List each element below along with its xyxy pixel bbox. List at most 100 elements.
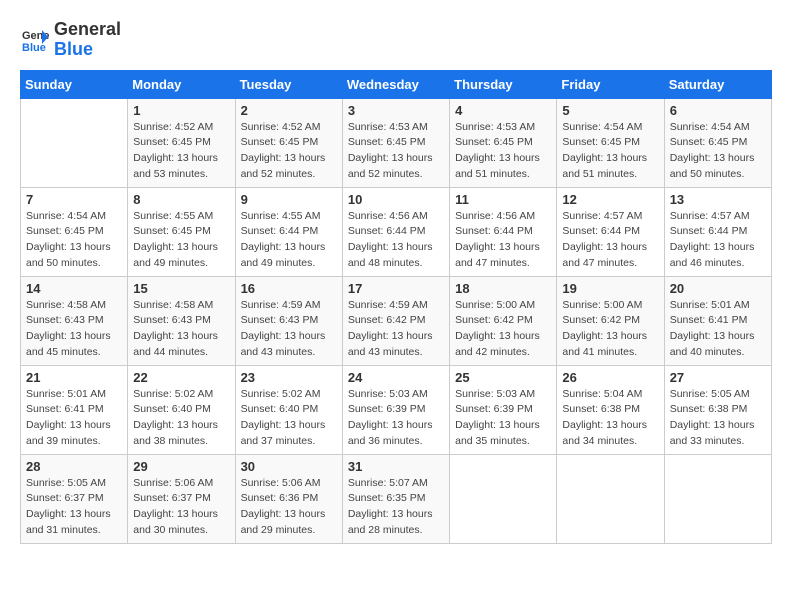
day-cell: 16Sunrise: 4:59 AM Sunset: 6:43 PM Dayli… (235, 276, 342, 365)
day-detail: Sunrise: 4:55 AM Sunset: 6:45 PM Dayligh… (133, 209, 229, 272)
day-detail: Sunrise: 4:52 AM Sunset: 6:45 PM Dayligh… (241, 120, 337, 183)
day-number: 2 (241, 103, 337, 118)
day-cell: 12 Sunrise: 4:57 AM Sunset: 6:44 PM Dayli… (557, 187, 664, 276)
day-cell: 1 Sunrise: 4:52 AM Sunset: 6:45 PM Daylig… (128, 98, 235, 187)
day-number: 11 (455, 192, 551, 207)
day-number: 20 (670, 281, 766, 296)
day-number: 12 (562, 192, 658, 207)
day-cell: 13Sunrise: 4:57 AM Sunset: 6:44 PM Dayli… (664, 187, 771, 276)
day-detail: Sunrise: 4:57 AM Sunset: 6:44 PM Dayligh… (562, 209, 658, 272)
day-detail: Sunrise: 4:54 AM Sunset: 6:45 PM Dayligh… (562, 120, 658, 183)
day-cell: 9 Sunrise: 4:55 AM Sunset: 6:44 PM Daylig… (235, 187, 342, 276)
logo: General Blue General Blue (20, 20, 121, 60)
day-number: 28 (26, 459, 122, 474)
day-number: 21 (26, 370, 122, 385)
day-cell: 3Sunrise: 4:53 AM Sunset: 6:45 PM Daylig… (342, 98, 449, 187)
day-detail: Sunrise: 4:55 AM Sunset: 6:44 PM Dayligh… (241, 209, 337, 272)
day-detail: Sunrise: 5:04 AM Sunset: 6:38 PM Dayligh… (562, 387, 658, 450)
day-cell: 4Sunrise: 4:53 AM Sunset: 6:45 PM Daylig… (450, 98, 557, 187)
day-detail: Sunrise: 4:59 AM Sunset: 6:43 PM Dayligh… (241, 298, 337, 361)
day-cell: 11 Sunrise: 4:56 AM Sunset: 6:44 PM Dayli… (450, 187, 557, 276)
day-cell (557, 454, 664, 543)
day-detail: Sunrise: 5:02 AM Sunset: 6:40 PM Dayligh… (133, 387, 229, 450)
day-number: 19 (562, 281, 658, 296)
day-cell: 30 Sunrise: 5:06 AM Sunset: 6:36 PM Dayli… (235, 454, 342, 543)
day-number: 1 (133, 103, 229, 118)
day-cell: 20 Sunrise: 5:01 AM Sunset: 6:41 PM Dayli… (664, 276, 771, 365)
svg-text:Blue: Blue (22, 42, 46, 54)
day-number: 13 (670, 192, 766, 207)
header-row: SundayMondayTuesdayWednesdayThursdayFrid… (21, 70, 772, 98)
day-cell: 8Sunrise: 4:55 AM Sunset: 6:45 PM Daylig… (128, 187, 235, 276)
day-cell: 15Sunrise: 4:58 AM Sunset: 6:43 PM Dayli… (128, 276, 235, 365)
day-cell: 10Sunrise: 4:56 AM Sunset: 6:44 PM Dayli… (342, 187, 449, 276)
day-detail: Sunrise: 5:06 AM Sunset: 6:36 PM Dayligh… (241, 476, 337, 539)
header-wednesday: Wednesday (342, 70, 449, 98)
day-number: 30 (241, 459, 337, 474)
day-detail: Sunrise: 4:54 AM Sunset: 6:45 PM Dayligh… (26, 209, 122, 272)
day-cell: 27Sunrise: 5:05 AM Sunset: 6:38 PM Dayli… (664, 365, 771, 454)
day-number: 24 (348, 370, 444, 385)
day-cell: 17 Sunrise: 4:59 AM Sunset: 6:42 PM Dayli… (342, 276, 449, 365)
day-detail: Sunrise: 4:58 AM Sunset: 6:43 PM Dayligh… (26, 298, 122, 361)
header-tuesday: Tuesday (235, 70, 342, 98)
day-cell (664, 454, 771, 543)
day-detail: Sunrise: 5:02 AM Sunset: 6:40 PM Dayligh… (241, 387, 337, 450)
day-cell (450, 454, 557, 543)
day-number: 25 (455, 370, 551, 385)
day-cell: 26 Sunrise: 5:04 AM Sunset: 6:38 PM Dayli… (557, 365, 664, 454)
day-cell: 6Sunrise: 4:54 AM Sunset: 6:45 PM Daylig… (664, 98, 771, 187)
header-monday: Monday (128, 70, 235, 98)
day-cell: 22 Sunrise: 5:02 AM Sunset: 6:40 PM Dayli… (128, 365, 235, 454)
day-number: 17 (348, 281, 444, 296)
day-detail: Sunrise: 5:05 AM Sunset: 6:37 PM Dayligh… (26, 476, 122, 539)
week-row-3: 14 Sunrise: 4:58 AM Sunset: 6:43 PM Dayli… (21, 276, 772, 365)
day-number: 9 (241, 192, 337, 207)
day-detail: Sunrise: 4:59 AM Sunset: 6:42 PM Dayligh… (348, 298, 444, 361)
day-number: 31 (348, 459, 444, 474)
header-friday: Friday (557, 70, 664, 98)
day-number: 22 (133, 370, 229, 385)
day-number: 7 (26, 192, 122, 207)
logo-icon: General Blue (20, 25, 50, 55)
day-number: 26 (562, 370, 658, 385)
day-cell: 24 Sunrise: 5:03 AM Sunset: 6:39 PM Dayli… (342, 365, 449, 454)
day-detail: Sunrise: 4:56 AM Sunset: 6:44 PM Dayligh… (455, 209, 551, 272)
day-detail: Sunrise: 5:06 AM Sunset: 6:37 PM Dayligh… (133, 476, 229, 539)
header-saturday: Saturday (664, 70, 771, 98)
day-cell: 19 Sunrise: 5:00 AM Sunset: 6:42 PM Dayli… (557, 276, 664, 365)
logo-text: General Blue (54, 20, 121, 60)
week-row-1: 1 Sunrise: 4:52 AM Sunset: 6:45 PM Daylig… (21, 98, 772, 187)
day-detail: Sunrise: 5:07 AM Sunset: 6:35 PM Dayligh… (348, 476, 444, 539)
header-thursday: Thursday (450, 70, 557, 98)
day-cell: 31 Sunrise: 5:07 AM Sunset: 6:35 PM Dayli… (342, 454, 449, 543)
day-cell: 21 Sunrise: 5:01 AM Sunset: 6:41 PM Dayli… (21, 365, 128, 454)
day-cell: 7 Sunrise: 4:54 AM Sunset: 6:45 PM Daylig… (21, 187, 128, 276)
day-cell: 5 Sunrise: 4:54 AM Sunset: 6:45 PM Daylig… (557, 98, 664, 187)
day-number: 15 (133, 281, 229, 296)
week-row-2: 7 Sunrise: 4:54 AM Sunset: 6:45 PM Daylig… (21, 187, 772, 276)
week-row-4: 21 Sunrise: 5:01 AM Sunset: 6:41 PM Dayli… (21, 365, 772, 454)
day-cell: 23Sunrise: 5:02 AM Sunset: 6:40 PM Dayli… (235, 365, 342, 454)
day-number: 4 (455, 103, 551, 118)
day-cell: 29 Sunrise: 5:06 AM Sunset: 6:37 PM Dayli… (128, 454, 235, 543)
day-detail: Sunrise: 5:00 AM Sunset: 6:42 PM Dayligh… (455, 298, 551, 361)
day-number: 6 (670, 103, 766, 118)
day-detail: Sunrise: 5:01 AM Sunset: 6:41 PM Dayligh… (26, 387, 122, 450)
day-cell: 2 Sunrise: 4:52 AM Sunset: 6:45 PM Daylig… (235, 98, 342, 187)
day-number: 14 (26, 281, 122, 296)
day-detail: Sunrise: 4:52 AM Sunset: 6:45 PM Dayligh… (133, 120, 229, 183)
day-detail: Sunrise: 5:03 AM Sunset: 6:39 PM Dayligh… (455, 387, 551, 450)
day-number: 29 (133, 459, 229, 474)
week-row-5: 28 Sunrise: 5:05 AM Sunset: 6:37 PM Dayli… (21, 454, 772, 543)
day-detail: Sunrise: 5:01 AM Sunset: 6:41 PM Dayligh… (670, 298, 766, 361)
day-detail: Sunrise: 5:00 AM Sunset: 6:42 PM Dayligh… (562, 298, 658, 361)
day-detail: Sunrise: 5:03 AM Sunset: 6:39 PM Dayligh… (348, 387, 444, 450)
day-number: 27 (670, 370, 766, 385)
day-number: 18 (455, 281, 551, 296)
day-cell: 18 Sunrise: 5:00 AM Sunset: 6:42 PM Dayli… (450, 276, 557, 365)
day-number: 5 (562, 103, 658, 118)
day-cell: 25 Sunrise: 5:03 AM Sunset: 6:39 PM Dayli… (450, 365, 557, 454)
day-number: 3 (348, 103, 444, 118)
header-sunday: Sunday (21, 70, 128, 98)
